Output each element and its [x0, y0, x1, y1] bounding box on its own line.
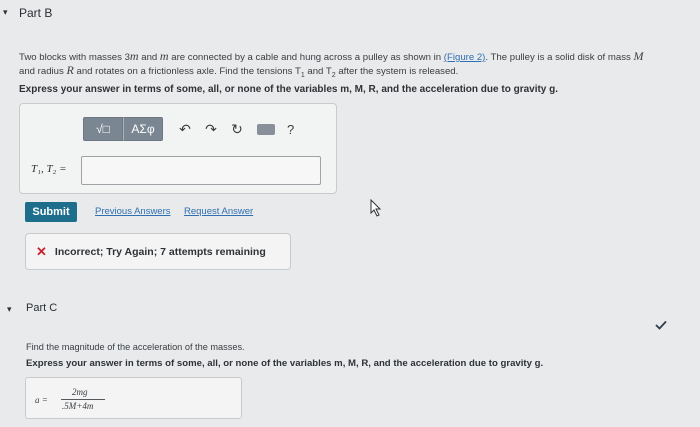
fraction-numerator: 2mg [72, 387, 88, 397]
request-answer-link[interactable]: Request Answer [184, 206, 253, 217]
fraction-bar [61, 399, 105, 400]
answer-label: T₁, T₂ = [31, 163, 67, 175]
mouse-cursor-icon [370, 199, 382, 217]
template-button[interactable]: √□ [83, 117, 123, 141]
greek-symbols-button[interactable]: ΑΣφ [123, 117, 163, 141]
previous-answers-link[interactable]: Previous Answers [95, 206, 171, 217]
fraction-denominator: .5M+4m [62, 401, 94, 411]
part-c-question: Find the magnitude of the acceleration o… [26, 342, 245, 352]
feedback-text: Incorrect; Try Again; 7 attempts remaini… [54, 245, 266, 258]
submit-button[interactable]: Submit [25, 202, 77, 222]
problem-statement: Two blocks with masses 3m and m are conn… [19, 49, 644, 79]
feedback-message: ✕ Incorrect; Try Again; 7 attempts remai… [25, 233, 291, 270]
undo-icon[interactable]: ↶ [177, 121, 193, 138]
part-c-answer-label: a = [35, 395, 48, 405]
error-x-icon: ✕ [36, 243, 47, 259]
part-c-instruction: Express your answer in terms of some, al… [26, 358, 544, 369]
reset-icon[interactable]: ↻ [229, 121, 245, 138]
collapse-caret-icon[interactable]: ▾ [7, 304, 12, 315]
math-toolbar: √□ ΑΣφ ↶ ↷ ↻ ? [83, 117, 310, 141]
collapse-caret-icon[interactable]: ▾ [3, 7, 8, 18]
help-button[interactable]: ? [287, 122, 294, 137]
answer-input[interactable] [81, 156, 321, 185]
part-b-instruction: Express your answer in terms of some, al… [19, 84, 559, 95]
figure-link[interactable]: (Figure 2) [444, 52, 486, 63]
redo-icon[interactable]: ↷ [203, 121, 219, 138]
check-icon [655, 320, 667, 330]
part-c-answer-box: a = 2mg .5M+4m [25, 377, 242, 419]
keyboard-icon[interactable] [257, 123, 275, 135]
part-c-title: Part C [26, 302, 58, 314]
part-b-title: Part B [19, 6, 53, 20]
